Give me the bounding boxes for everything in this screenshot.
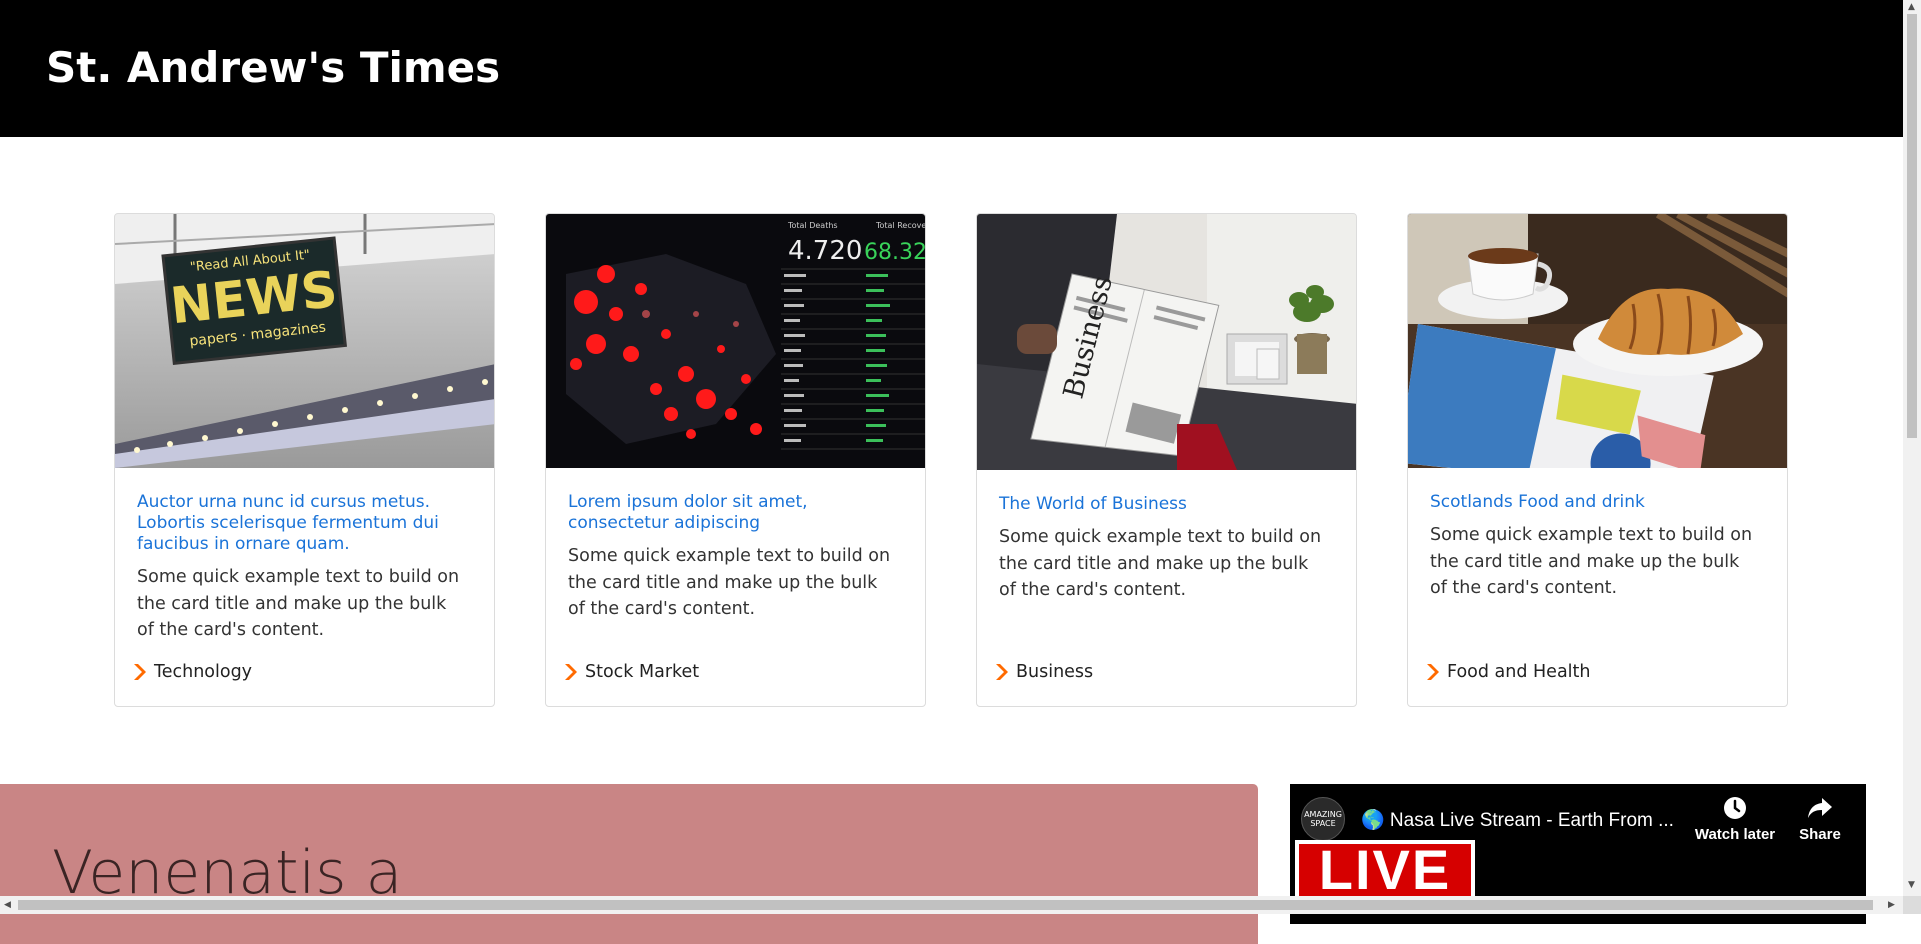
site-title[interactable]: St. Andrew's Times [46,38,500,98]
card-title-link[interactable]: Auctor urna nunc id cursus metus. Lobort… [137,492,467,555]
clock-icon [1724,797,1746,819]
share-icon [1808,798,1832,818]
stat-deaths-label: Total Deaths [787,221,838,230]
scroll-right-icon[interactable]: ▶ [1888,900,1895,910]
card-category[interactable]: Business [994,660,1093,684]
card-title-link[interactable]: Scotlands Food and drink [1430,492,1760,513]
card-text: Some quick example text to build on the … [568,546,891,619]
channel-avatar[interactable]: AMAZING SPACE [1301,797,1345,841]
card-category-label: Food and Health [1447,662,1591,682]
card-title-link[interactable]: The World of Business [999,494,1329,515]
site-header: St. Andrew's Times [0,0,1903,137]
article-card-food-and-health[interactable]: Scotlands Food and drink Some quick exam… [1407,213,1788,707]
vertical-scroll-thumb[interactable] [1907,14,1917,438]
card-category[interactable]: Stock Market [563,660,699,684]
article-card-stock-market[interactable]: Total Deaths 4.720 Total Recovered 68.32… [545,213,926,707]
share-button[interactable]: Share [1790,796,1850,843]
chevron-right-icon [1427,664,1439,680]
vertical-scrollbar[interactable]: ▲ ▼ [1903,0,1921,914]
horizontal-scrollbar[interactable]: ◀ ▶ [0,896,1903,914]
horizontal-scroll-thumb[interactable] [18,900,1873,910]
chevron-right-icon [565,664,577,680]
news-sign-image[interactable]: "Read All About It" NEWS papers · magazi… [115,214,494,468]
card-text: Some quick example text to build on the … [999,527,1322,600]
share-label: Share [1799,826,1841,843]
card-text: Some quick example text to build on the … [1430,525,1753,598]
scroll-down-icon[interactable]: ▼ [1908,880,1915,890]
article-card-technology[interactable]: "Read All About It" NEWS papers · magazi… [114,213,495,707]
scroll-up-icon[interactable]: ▲ [1908,2,1915,12]
stat-deaths-value: 4.720 [788,236,862,266]
chevron-right-icon [996,664,1008,680]
scrollbar-corner [1903,896,1921,914]
card-category-label: Business [1016,662,1094,682]
card-category[interactable]: Food and Health [1425,660,1590,684]
watch-later-button[interactable]: Watch later [1690,796,1780,843]
stat-recovered-value: 68.324 [864,240,925,265]
coffee-croissant-image[interactable] [1408,214,1787,468]
scroll-left-icon[interactable]: ◀ [4,900,11,910]
card-text: Some quick example text to build on the … [137,567,460,640]
stat-recovered-label: Total Recovered [875,221,925,230]
watch-later-label: Watch later [1694,826,1776,843]
dashboard-image[interactable]: Total Deaths 4.720 Total Recovered 68.32… [546,214,925,468]
card-category[interactable]: Technology [132,660,252,684]
video-title[interactable]: 🌎 Nasa Live Stream - Earth From ... [1361,808,1691,832]
article-card-business[interactable]: Business The World of Business Some quic… [976,213,1357,707]
card-title-link[interactable]: Lorem ipsum dolor sit amet, consectetur … [568,492,898,534]
card-category-label: Technology [154,662,253,682]
card-category-label: Stock Market [585,662,700,682]
live-badge: LIVE [1295,840,1475,900]
newspaper-reader-image[interactable]: Business [977,214,1356,470]
chevron-right-icon [134,664,146,680]
